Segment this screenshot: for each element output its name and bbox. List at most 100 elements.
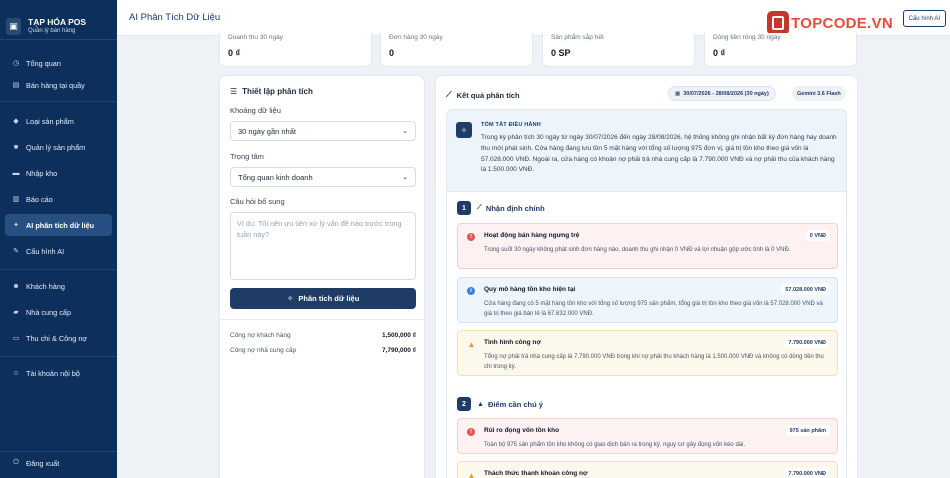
card-text: Trong suốt 30 ngày không phát sinh đơn h… (484, 247, 791, 253)
divider (0, 39, 117, 40)
stat-value: 0 ₫ (228, 48, 241, 58)
focus-label: Trọng tâm (230, 152, 264, 161)
date-range-badge: ▦ 30/07/2026 - 28/08/2026 (30 ngày) (668, 86, 776, 101)
calendar-icon: ▦ (675, 90, 681, 97)
date-range-text: 30/07/2026 - 28/08/2026 (30 ngày) (683, 90, 769, 97)
config-ai-button[interactable]: Cấu hình AI (902, 10, 946, 27)
sidebar-item-tai-khoan[interactable]: ☺ Tài khoản nội bộ (5, 362, 112, 384)
range-select[interactable]: 30 ngày gần nhất ⌄ (230, 121, 416, 141)
executive-summary: ✧ TÓM TẮT ĐIỀU HÀNH Trong kỳ phân tích 3… (447, 110, 846, 192)
chart-line-icon: ⟋ (477, 204, 482, 211)
customer-debt-value: 1,500,000 ₫ (381, 332, 416, 339)
card-badge: 0 VNĐ (805, 230, 830, 241)
truck-icon: ▬ (12, 169, 20, 177)
section-attention-points: 2 ▲ Điểm cần chú ý (457, 397, 543, 411)
card-text: Tổng nợ phải trả nhà cung cấp là 7.790.0… (484, 354, 824, 370)
sidebar-item-quan-ly-san-pham[interactable]: ■ Quản lý sản phẩm (5, 136, 112, 158)
sidebar-item-loai-san-pham[interactable]: ◆ Loại sản phẩm (5, 110, 112, 132)
sidebar-item-thu-chi[interactable]: ▭ Thu chi & Công nợ (5, 327, 112, 349)
sidebar-item-label: Loại sản phẩm (26, 116, 74, 126)
focus-value: Tổng quan kinh doanh (238, 172, 313, 182)
sidebar-item-label: AI phân tích dữ liệu (26, 220, 95, 230)
users-icon: ☻ (12, 282, 20, 290)
logout-area: ⏻ Đăng xuất (0, 451, 117, 474)
sparkle-icon: ✦ (13, 222, 19, 229)
supplier-icon: ▰ (13, 309, 19, 316)
box-icon: ■ (13, 143, 19, 151)
results-title: Kết quả phân tích (456, 90, 520, 100)
insight-card: ▲ Tình hình công nợ 7.790.000 VNĐ Tổng n… (457, 330, 838, 376)
results-header: ⟋ Kết quả phân tích (446, 90, 520, 100)
question-label: Câu hỏi bổ sung (230, 197, 285, 206)
magic-wand-icon: ✧ (286, 294, 294, 303)
sidebar-item-nhap-kho[interactable]: ▬ Nhập kho (5, 162, 112, 184)
sidebar-item-label: Cấu hình AI (26, 246, 65, 256)
card-text: Cửa hàng đang có 5 mặt hàng tồn kho với … (484, 301, 823, 317)
divider (0, 101, 117, 102)
sidebar-item-khach-hang[interactable]: ☻ Khách hàng (5, 275, 112, 297)
card-title: Quy mô hàng tồn kho hiện tại (484, 286, 576, 293)
attention-card: ! Rủi ro đọng vốn tồn kho 975 sản phẩm T… (457, 418, 838, 454)
info-icon: i (467, 287, 475, 295)
alert-circle-icon: ! (467, 233, 475, 241)
stat-label: Doanh thu 30 ngày (228, 34, 283, 41)
range-label: Khoảng dữ liệu (230, 106, 281, 115)
divider (0, 269, 117, 270)
model-badge: Gemini 3.6 Flash (792, 86, 846, 101)
stat-card: Sản phẩm sắp hết 0 SP (542, 33, 695, 67)
analysis-results-panel: ⟋ Kết quả phân tích ▦ 30/07/2026 - 28/08… (435, 75, 858, 478)
sidebar-nav: ◷ Tổng quan ▤ Bán hàng tại quầy ◆ Loại sản … (0, 52, 117, 384)
sidebar-item-bao-cao[interactable]: ▥ Báo cáo (5, 188, 112, 210)
supplier-debt-value: 7,790,000 ₫ (381, 347, 416, 354)
sidebar-item-label: Khách hàng (26, 281, 65, 291)
store-icon: ▣ (6, 17, 21, 35)
chevron-down-icon: ⌄ (402, 128, 408, 135)
warning-icon: ▲ (467, 470, 476, 478)
question-textarea[interactable]: Ví dụ: Tôi nên ưu tiên xử lý vấn đề nào … (230, 212, 416, 280)
card-badge: 7.790.000 VNĐ (784, 337, 830, 348)
chart-icon: ▥ (12, 196, 20, 203)
logo-icon (767, 11, 790, 35)
sidebar-item-cau-hinh-ai[interactable]: ✎ Cấu hình AI (5, 240, 112, 262)
supplier-debt-row: Công nợ nhà cung cấp 7,790,000 ₫ (230, 347, 416, 354)
sidebar-item-label: Nhà cung cấp (26, 307, 72, 317)
warning-icon: ▲ (467, 339, 476, 349)
sidebar-item-tong-quan[interactable]: ◷ Tổng quan (5, 52, 112, 74)
stat-label: Dòng tiền ròng 30 ngày (713, 34, 781, 41)
range-value: 30 ngày gần nhất (238, 126, 296, 136)
attention-card: ▲ Thách thức thanh khoản công nợ 7.790.0… (457, 461, 838, 478)
watermark-logo: TOPCODE.VN (767, 11, 893, 35)
stat-value: 0 (389, 48, 395, 58)
cart-icon: ▤ (12, 82, 20, 89)
card-text: Toàn bộ 975 sản phẩm tồn kho không có gi… (484, 442, 746, 448)
stat-card: Dòng tiền ròng 30 ngày 0 ₫ (704, 33, 857, 67)
divider (0, 356, 117, 357)
section-title: Điểm cần chú ý (487, 399, 543, 409)
logo-text: TOPCODE.VN (791, 14, 893, 32)
logout-button[interactable]: ⏻ Đăng xuất (5, 452, 112, 474)
focus-select[interactable]: Tổng quan kinh doanh ⌄ (230, 167, 416, 187)
magic-wand-icon: ✧ (456, 122, 472, 138)
exec-title: TÓM TẮT ĐIỀU HÀNH (481, 122, 541, 128)
card-title: Thách thức thanh khoản công nợ (484, 470, 588, 477)
settings-title: Thiết lập phân tích (242, 87, 313, 96)
card-title: Tình hình công nợ (484, 339, 541, 346)
settings-header: ☰ Thiết lập phân tích (230, 87, 313, 96)
analyze-button-label: Phân tích dữ liệu (298, 294, 360, 303)
tag-icon: ◆ (13, 118, 19, 125)
card-badge: 7.790.000 VNĐ (784, 468, 830, 478)
account-icon: ☺ (12, 369, 20, 377)
power-icon: ⏻ (13, 459, 19, 466)
logout-label: Đăng xuất (26, 458, 60, 468)
sidebar-item-ban-hang[interactable]: ▤ Bán hàng tại quầy (5, 74, 112, 96)
brand-subtitle: Quản lý bán hàng (28, 27, 76, 34)
section-number: 2 (457, 397, 471, 411)
analyze-button[interactable]: ✧ Phân tích dữ liệu (230, 288, 416, 309)
sidebar-item-label: Bán hàng tại quầy (26, 80, 85, 90)
alert-circle-icon: ! (467, 428, 475, 436)
sidebar-item-ai-phan-tich[interactable]: ✦ AI phân tích dữ liệu (5, 214, 112, 236)
sliders-icon: ☰ (230, 87, 238, 96)
stat-label: Sản phẩm sắp hết (551, 34, 604, 41)
results-content: ✧ TÓM TẮT ĐIỀU HÀNH Trong kỳ phân tích 3… (446, 109, 847, 478)
sidebar-item-nha-cung-cap[interactable]: ▰ Nhà cung cấp (5, 301, 112, 323)
